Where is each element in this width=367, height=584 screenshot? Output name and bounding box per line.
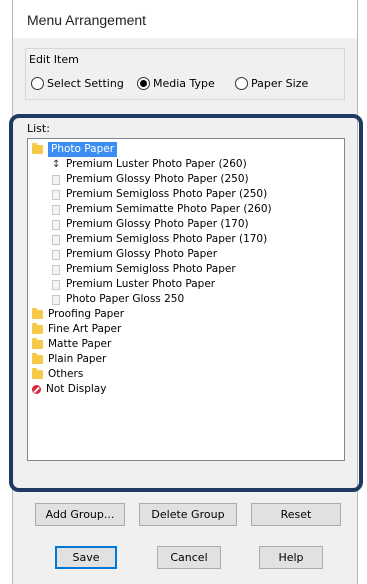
radio-select-setting-circle[interactable] bbox=[31, 77, 44, 90]
radio-select-setting-label: Select Setting bbox=[47, 77, 124, 90]
edit-item-label: Edit Item bbox=[27, 53, 81, 66]
radio-media-type-label: Media Type bbox=[153, 77, 215, 90]
save-button[interactable]: Save bbox=[55, 546, 117, 569]
radio-paper-size-circle[interactable] bbox=[235, 77, 248, 90]
delete-group-button[interactable]: Delete Group bbox=[139, 503, 237, 526]
cancel-button[interactable]: Cancel bbox=[157, 546, 221, 569]
reset-button[interactable]: Reset bbox=[251, 503, 341, 526]
radio-paper-size[interactable]: Paper Size bbox=[235, 77, 308, 90]
add-group-button[interactable]: Add Group... bbox=[35, 503, 125, 526]
radio-select-setting[interactable]: Select Setting bbox=[31, 77, 124, 90]
radio-paper-size-label: Paper Size bbox=[251, 77, 309, 90]
list-highlight-frame bbox=[9, 114, 363, 492]
menu-arrangement-dialog: Menu Arrangement Edit Item Select Settin… bbox=[9, 0, 363, 584]
radio-media-type-circle[interactable] bbox=[137, 77, 150, 90]
dialog-title: Menu Arrangement bbox=[13, 0, 357, 38]
help-button[interactable]: Help bbox=[259, 546, 323, 569]
radio-media-type[interactable]: Media Type bbox=[137, 77, 215, 90]
